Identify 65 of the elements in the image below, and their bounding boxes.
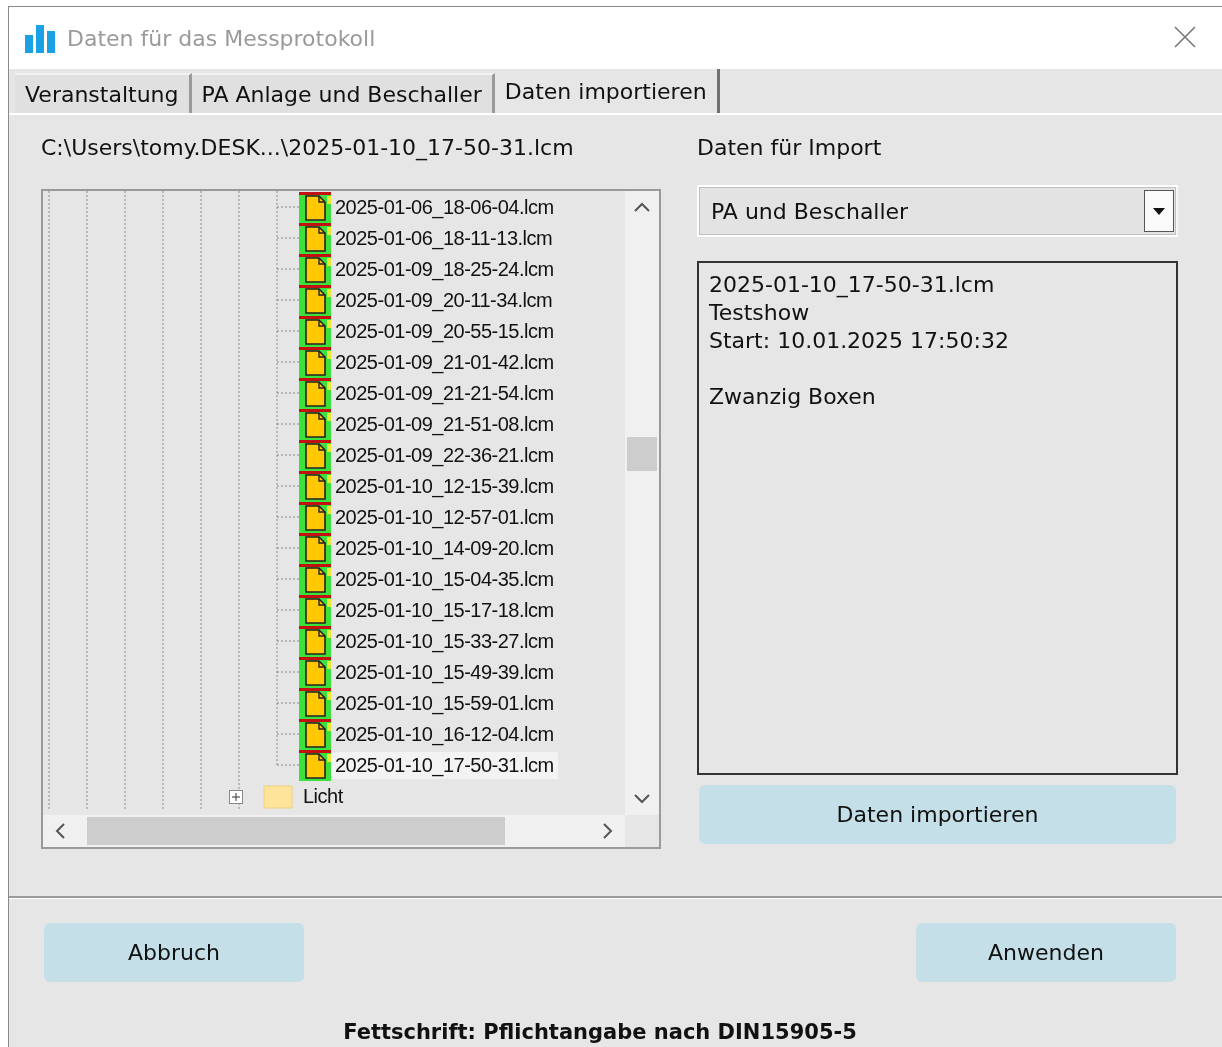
file-icon: [299, 533, 331, 564]
chevron-right-icon: [603, 823, 613, 839]
tab[interactable]: Veranstaltung: [15, 73, 192, 113]
file-icon: [299, 688, 331, 719]
file-icon: [299, 657, 331, 688]
file-icon: [299, 564, 331, 595]
file-item[interactable]: 2025-01-09_21-21-54.lcm: [331, 380, 558, 407]
close-icon: [1173, 25, 1197, 49]
file-icon: [299, 192, 331, 223]
info-text: Zwanzig Boxen: [709, 383, 877, 411]
file-item[interactable]: 2025-01-10_15-59-01.lcm: [331, 690, 558, 717]
chevron-up-icon: [634, 202, 650, 212]
chevron-down-icon: [634, 794, 650, 804]
import-label: Daten für Import: [697, 135, 883, 162]
file-icon: [299, 316, 331, 347]
folder-icon: [263, 783, 293, 810]
dialog-button[interactable]: Abbruch: [44, 923, 304, 982]
file-item[interactable]: 2025-01-10_12-15-39.lcm: [331, 473, 558, 500]
footer-note: Fettschrift: Pflichtangabe nach DIN15905-5: [342, 1020, 858, 1044]
file-item[interactable]: 2025-01-09_20-11-34.lcm: [331, 287, 557, 314]
file-icon: [299, 502, 331, 533]
chevron-left-icon: [55, 823, 65, 839]
file-item[interactable]: 2025-01-10_12-57-01.lcm: [331, 504, 558, 531]
tab[interactable]: PA Anlage und Beschaller: [191, 73, 495, 113]
folder-item[interactable]: Licht: [299, 783, 347, 810]
file-icon: [299, 378, 331, 409]
file-icon: [299, 223, 331, 254]
file-icon: [299, 347, 331, 378]
file-icon: [299, 471, 331, 502]
file-item[interactable]: 2025-01-06_18-06-04.lcm: [331, 194, 558, 221]
file-icon: [299, 409, 331, 440]
file-item[interactable]: 2025-01-10_15-49-39.lcm: [331, 659, 558, 686]
info-text: 2025-01-10_17-50-31.lcm: [709, 271, 996, 299]
file-item[interactable]: 2025-01-10_15-04-35.lcm: [331, 566, 558, 593]
file-item[interactable]: 2025-01-09_21-01-42.lcm: [331, 349, 558, 376]
file-item[interactable]: 2025-01-06_18-11-13.lcm: [331, 225, 557, 252]
file-icon: [299, 750, 331, 781]
import-dropdown[interactable]: PA und Beschaller: [697, 185, 1178, 237]
file-item[interactable]: 2025-01-10_15-17-18.lcm: [331, 597, 558, 624]
file-item[interactable]: 2025-01-10_16-12-04.lcm: [331, 721, 558, 748]
dropdown-caret-icon: [1153, 207, 1165, 215]
file-item[interactable]: 2025-01-09_18-25-24.lcm: [331, 256, 558, 283]
horizontal-scrollbar[interactable]: [43, 815, 625, 847]
file-item[interactable]: 2025-01-10_14-09-20.lcm: [331, 535, 558, 562]
vertical-scrollbar[interactable]: [625, 191, 659, 815]
scroll-thumb[interactable]: [627, 437, 657, 471]
file-icon: [299, 440, 331, 471]
file-icon: [299, 626, 331, 657]
import-button[interactable]: Daten importieren: [699, 785, 1176, 844]
file-icon: [299, 595, 331, 626]
file-icon: [299, 254, 331, 285]
file-item[interactable]: 2025-01-09_21-51-08.lcm: [331, 411, 558, 438]
window-title: Daten für das Messprotokoll: [67, 25, 377, 51]
file-path: C:\Users\tomy.DESK...\2025-01-10_17-50-31.lcm: [41, 135, 575, 163]
scroll-thumb[interactable]: [87, 817, 505, 845]
bar-chart-icon: [25, 23, 57, 53]
file-icon: [299, 285, 331, 316]
info-text: Testshow: [709, 299, 811, 327]
file-item[interactable]: 2025-01-10_17-50-31.lcm: [331, 752, 558, 779]
dialog-button[interactable]: Anwenden: [916, 923, 1176, 982]
file-item[interactable]: 2025-01-10_15-33-27.lcm: [331, 628, 558, 655]
file-item[interactable]: 2025-01-09_22-36-21.lcm: [331, 442, 558, 469]
info-text: Start: 10.01.2025 17:50:32: [709, 327, 1010, 355]
file-icon: [299, 719, 331, 750]
file-item[interactable]: 2025-01-09_20-55-15.lcm: [331, 318, 558, 345]
